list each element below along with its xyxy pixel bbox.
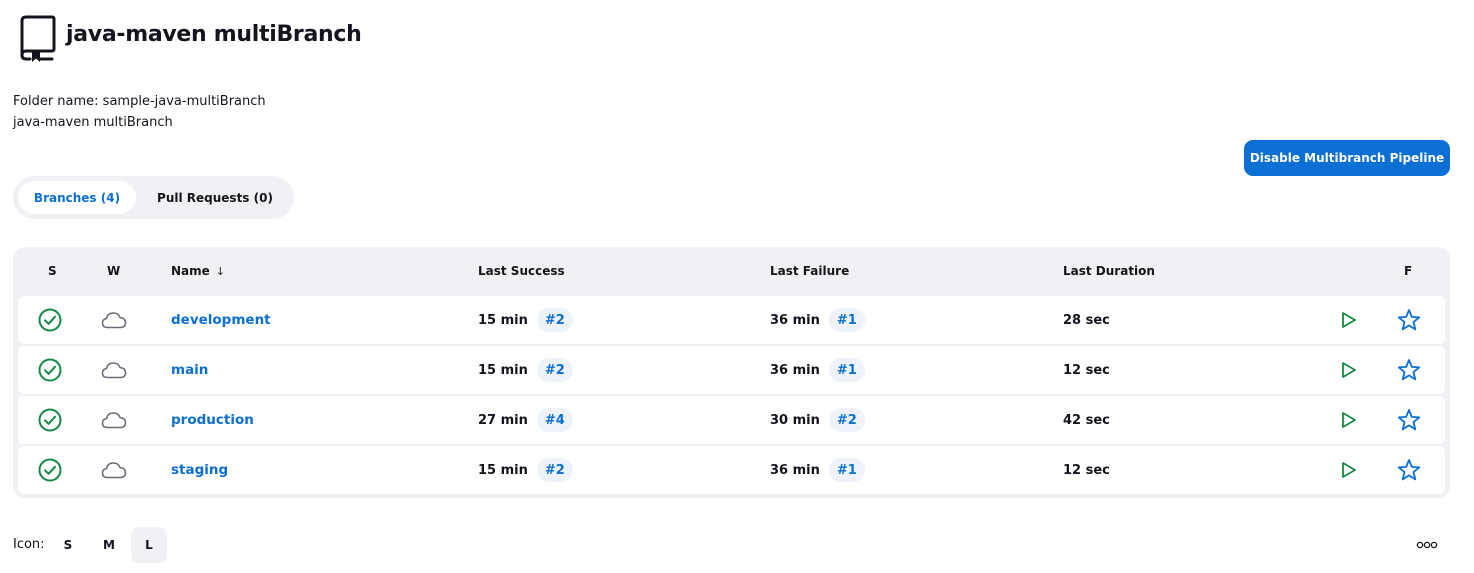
last-failure-time: 36 min: [770, 462, 820, 478]
last-failure-time: 30 min: [770, 412, 820, 428]
last-duration-text: 28 sec: [1063, 312, 1110, 328]
last-duration-cell: 12 sec: [1063, 446, 1110, 494]
success-icon: [38, 396, 62, 444]
tab-branches[interactable]: Branches (4): [18, 181, 136, 214]
page-header: [18, 15, 56, 63]
last-failure-cell: 30 min #2: [770, 396, 865, 444]
icon-size-small-button[interactable]: S: [50, 527, 86, 563]
multibranch-folder-icon: [20, 15, 56, 62]
cloud-icon: [100, 296, 128, 344]
column-header-name-label: Name: [171, 264, 210, 278]
branch-link[interactable]: staging: [171, 446, 228, 494]
success-icon: [38, 346, 62, 394]
last-failure-build-link[interactable]: #1: [828, 358, 865, 382]
branch-name[interactable]: development: [171, 312, 271, 328]
branch-tabs: Branches (4) Pull Requests (0): [13, 176, 294, 219]
tab-pull-requests[interactable]: Pull Requests (0): [141, 181, 289, 214]
sort-arrow-icon: ↓: [215, 265, 226, 278]
last-failure-cell: 36 min #1: [770, 296, 865, 344]
favorite-star-icon[interactable]: [1396, 346, 1422, 394]
table-row: main 15 min #2 36 min #1 12 sec: [18, 346, 1445, 394]
column-header-last-duration[interactable]: Last Duration: [1063, 264, 1155, 278]
disable-multibranch-pipeline-button[interactable]: Disable Multibranch Pipeline: [1244, 140, 1450, 176]
branches-table: S W Name ↓ Last Success Last Failure Last…: [13, 247, 1450, 498]
icon-size-large-button[interactable]: L: [131, 527, 167, 563]
last-success-time: 27 min: [478, 412, 528, 428]
favorite-star-icon[interactable]: [1396, 446, 1422, 494]
last-duration-text: 42 sec: [1063, 412, 1110, 428]
cloud-icon: [100, 346, 128, 394]
last-failure-time: 36 min: [770, 312, 820, 328]
build-now-play-icon[interactable]: [1336, 446, 1360, 494]
success-icon: [38, 446, 62, 494]
icon-size-medium-button[interactable]: M: [91, 527, 127, 563]
branch-name[interactable]: main: [171, 362, 208, 378]
last-success-build-link[interactable]: #4: [536, 408, 573, 432]
column-header-weather[interactable]: W: [107, 264, 120, 278]
column-header-last-failure[interactable]: Last Failure: [770, 264, 849, 278]
build-now-play-icon[interactable]: [1336, 396, 1360, 444]
branch-name[interactable]: staging: [171, 462, 228, 478]
last-success-build-link[interactable]: #2: [536, 308, 573, 332]
last-failure-cell: 36 min #1: [770, 446, 865, 494]
column-header-last-success[interactable]: Last Success: [478, 264, 565, 278]
last-success-build-link[interactable]: #2: [536, 458, 573, 482]
last-success-time: 15 min: [478, 312, 528, 328]
build-now-play-icon[interactable]: [1336, 296, 1360, 344]
folder-name-text: Folder name: sample-java-multiBranch: [13, 94, 266, 109]
last-duration-text: 12 sec: [1063, 362, 1110, 378]
branch-link[interactable]: development: [171, 296, 271, 344]
last-failure-build-link[interactable]: #1: [828, 308, 865, 332]
last-failure-time: 36 min: [770, 362, 820, 378]
folder-description-text: java-maven multiBranch: [13, 115, 173, 130]
last-success-build-link[interactable]: #2: [536, 358, 573, 382]
last-success-time: 15 min: [478, 462, 528, 478]
last-failure-build-link[interactable]: #1: [828, 458, 865, 482]
build-now-play-icon[interactable]: [1336, 346, 1360, 394]
page-title: java-maven multiBranch: [66, 22, 362, 47]
table-row: production 27 min #4 30 min #2 42 sec: [18, 396, 1445, 444]
column-header-status[interactable]: S: [48, 264, 57, 278]
more-options-icon[interactable]: [1414, 538, 1440, 552]
favorite-star-icon[interactable]: [1396, 396, 1422, 444]
branch-name[interactable]: production: [171, 412, 254, 428]
last-success-cell: 27 min #4: [478, 396, 573, 444]
last-success-cell: 15 min #2: [478, 296, 573, 344]
last-failure-cell: 36 min #1: [770, 346, 865, 394]
last-success-cell: 15 min #2: [478, 446, 573, 494]
favorite-star-icon[interactable]: [1396, 296, 1422, 344]
last-failure-build-link[interactable]: #2: [828, 408, 865, 432]
column-header-name[interactable]: Name ↓: [171, 264, 225, 278]
branch-link[interactable]: production: [171, 396, 254, 444]
last-duration-cell: 12 sec: [1063, 346, 1110, 394]
table-row: staging 15 min #2 36 min #1 12 sec: [18, 446, 1445, 494]
last-success-cell: 15 min #2: [478, 346, 573, 394]
success-icon: [38, 296, 62, 344]
table-row: development 15 min #2 36 min #1 28 sec: [18, 296, 1445, 344]
cloud-icon: [100, 446, 128, 494]
column-header-favorite[interactable]: F: [1404, 264, 1412, 278]
last-duration-cell: 42 sec: [1063, 396, 1110, 444]
branch-link[interactable]: main: [171, 346, 208, 394]
last-duration-cell: 28 sec: [1063, 296, 1110, 344]
cloud-icon: [100, 396, 128, 444]
icon-size-label: Icon:: [13, 537, 45, 552]
last-duration-text: 12 sec: [1063, 462, 1110, 478]
last-success-time: 15 min: [478, 362, 528, 378]
